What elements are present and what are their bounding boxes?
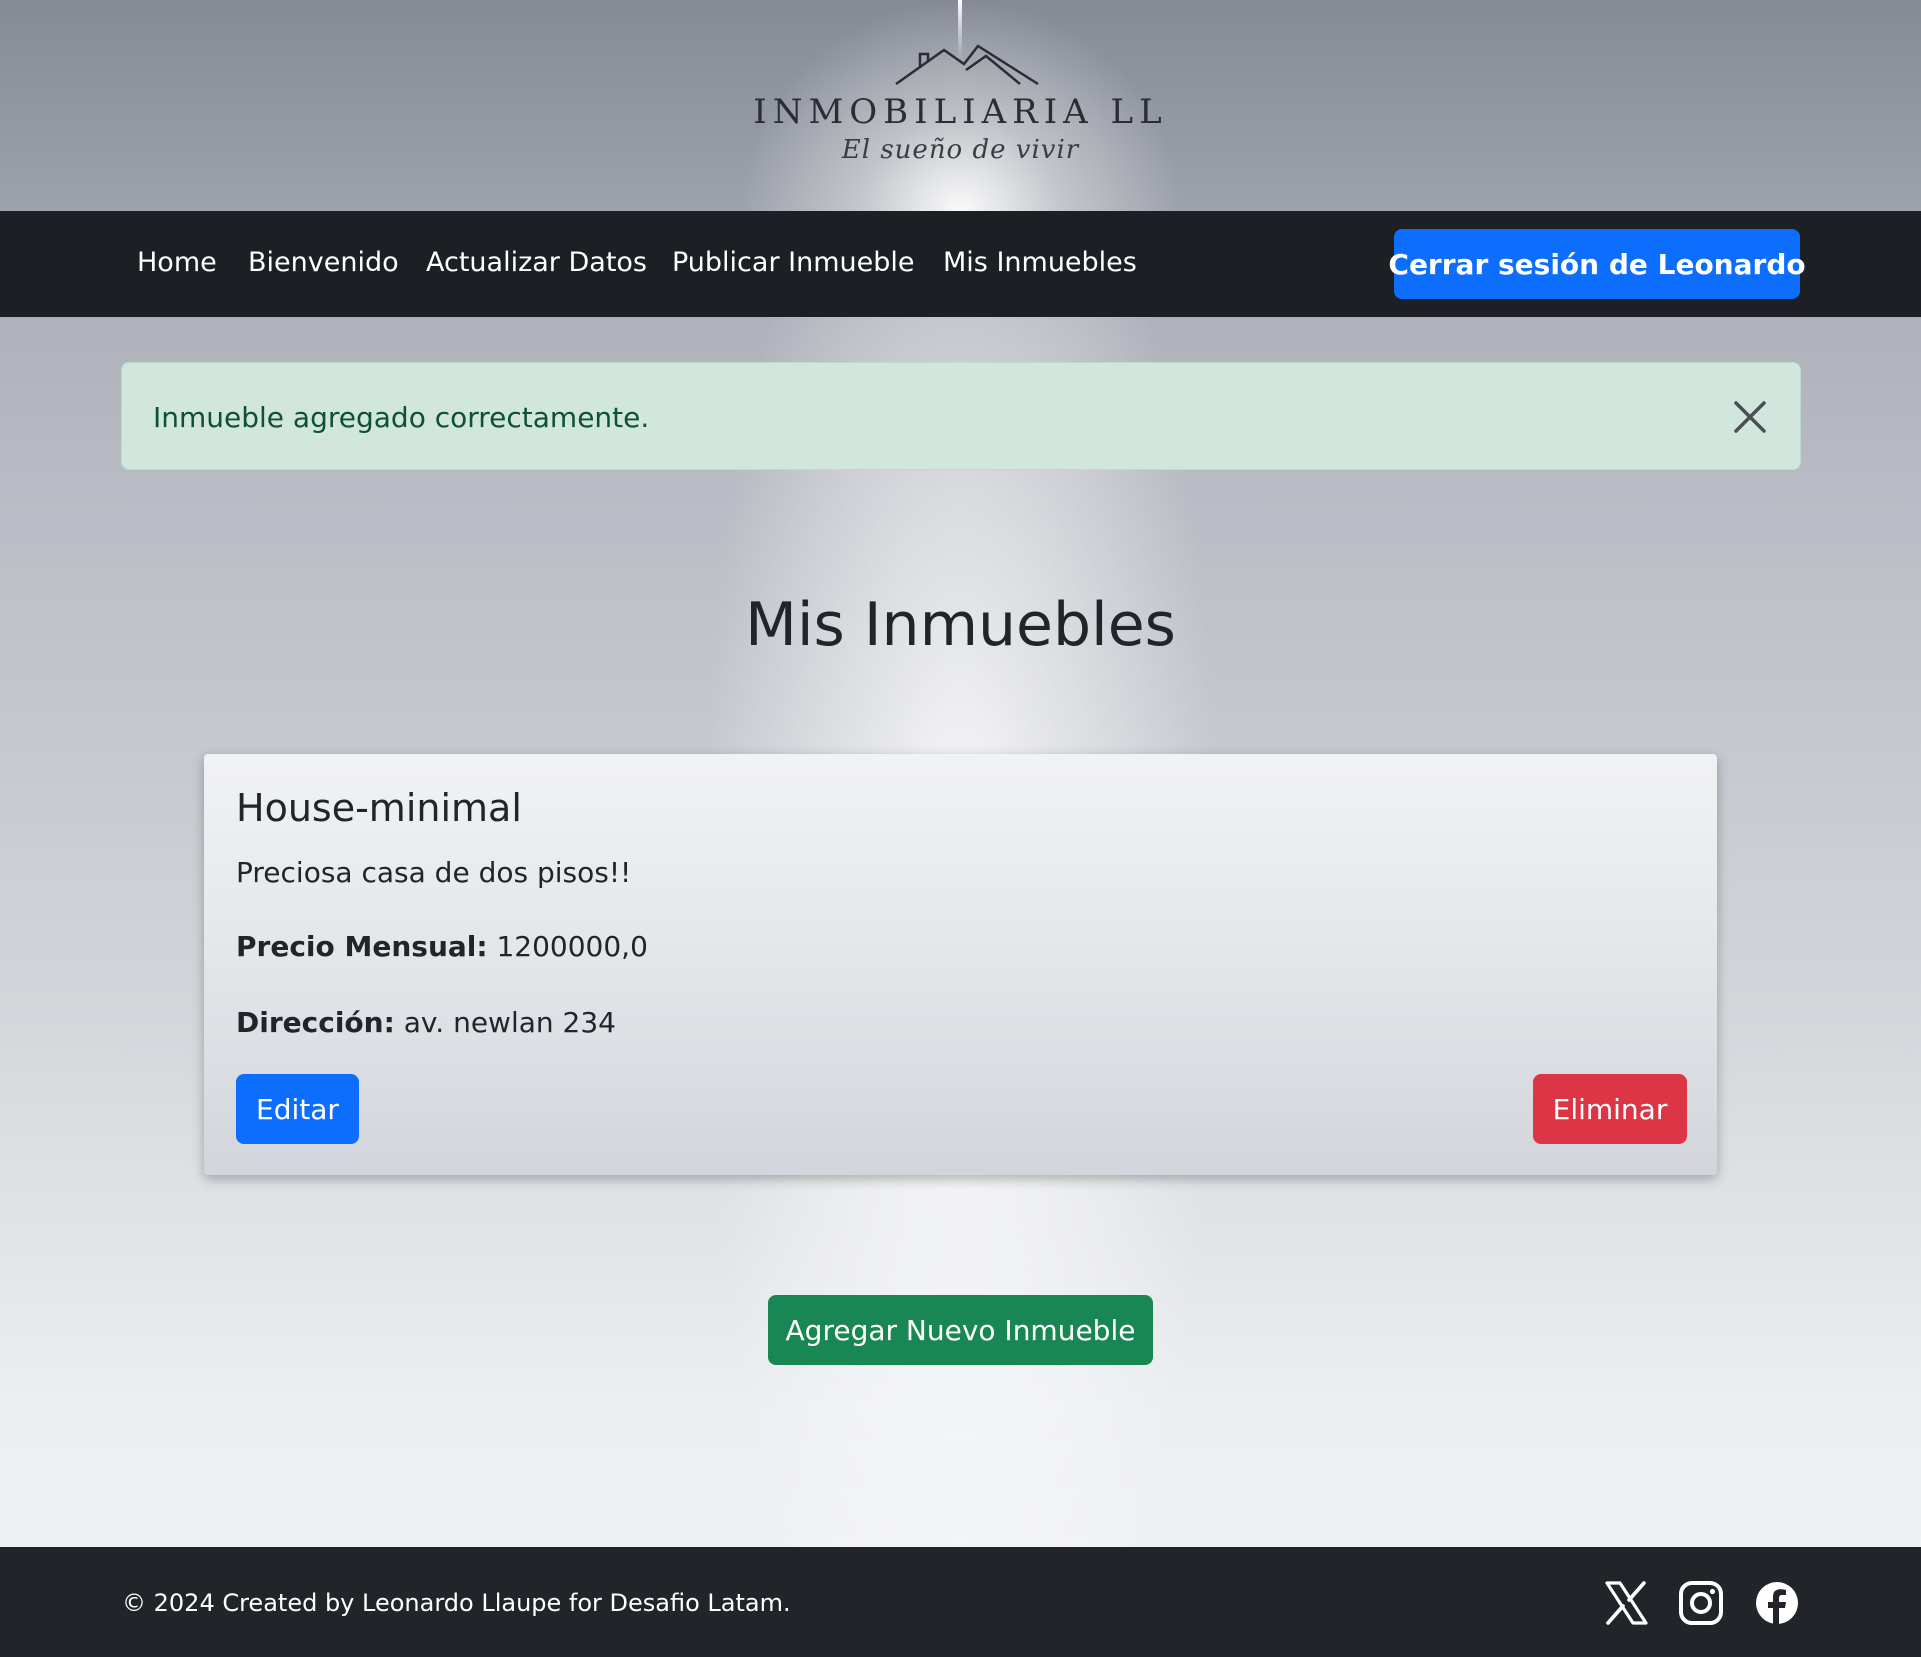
main-navbar: Home Bienvenido Actualizar Datos Publica… bbox=[0, 211, 1921, 317]
x-icon[interactable] bbox=[1603, 1580, 1649, 1626]
nav-link-publicar-inmueble[interactable]: Publicar Inmueble bbox=[672, 247, 915, 278]
property-title: House-minimal bbox=[236, 786, 522, 830]
alert-message: Inmueble agregado correctamente. bbox=[153, 401, 650, 434]
property-price: Precio Mensual: 1200000,0 bbox=[236, 930, 648, 963]
instagram-icon[interactable] bbox=[1678, 1580, 1724, 1626]
page-title: Mis Inmuebles bbox=[745, 590, 1176, 660]
footer-copyright: © 2024 Created by Leonardo Llaupe for De… bbox=[122, 1589, 791, 1617]
property-description: Preciosa casa de dos pisos!! bbox=[236, 856, 632, 889]
address-value: av. newlan 234 bbox=[403, 1006, 616, 1039]
nav-link-actualizar-datos[interactable]: Actualizar Datos bbox=[426, 247, 647, 278]
property-card: House-minimal Preciosa casa de dos pisos… bbox=[204, 754, 1717, 1175]
logout-button[interactable]: Cerrar sesión de Leonardo bbox=[1388, 229, 1806, 299]
house-roof-icon bbox=[895, 44, 1039, 86]
delete-button[interactable]: Eliminar bbox=[1533, 1074, 1687, 1144]
facebook-icon[interactable] bbox=[1754, 1580, 1800, 1626]
brand-tagline: El sueño de vivir bbox=[841, 135, 1080, 165]
property-address: Dirección: av. newlan 234 bbox=[236, 1006, 616, 1039]
edit-button[interactable]: Editar bbox=[236, 1074, 359, 1144]
address-label: Dirección: bbox=[236, 1006, 395, 1039]
site-header: INMOBILIARIA LL El sueño de vivir bbox=[0, 0, 1921, 211]
price-label: Precio Mensual: bbox=[236, 930, 488, 963]
nav-link-bienvenido[interactable]: Bienvenido bbox=[248, 247, 399, 278]
success-alert: Inmueble agregado correctamente. bbox=[121, 362, 1801, 470]
price-value: 1200000,0 bbox=[496, 930, 648, 963]
nav-link-home[interactable]: Home bbox=[137, 247, 217, 278]
site-footer: © 2024 Created by Leonardo Llaupe for De… bbox=[0, 1547, 1921, 1657]
nav-link-mis-inmuebles[interactable]: Mis Inmuebles bbox=[943, 247, 1137, 278]
brand-name: INMOBILIARIA LL bbox=[753, 92, 1168, 132]
add-property-button[interactable]: Agregar Nuevo Inmueble bbox=[768, 1295, 1153, 1365]
close-icon[interactable] bbox=[1726, 393, 1774, 441]
